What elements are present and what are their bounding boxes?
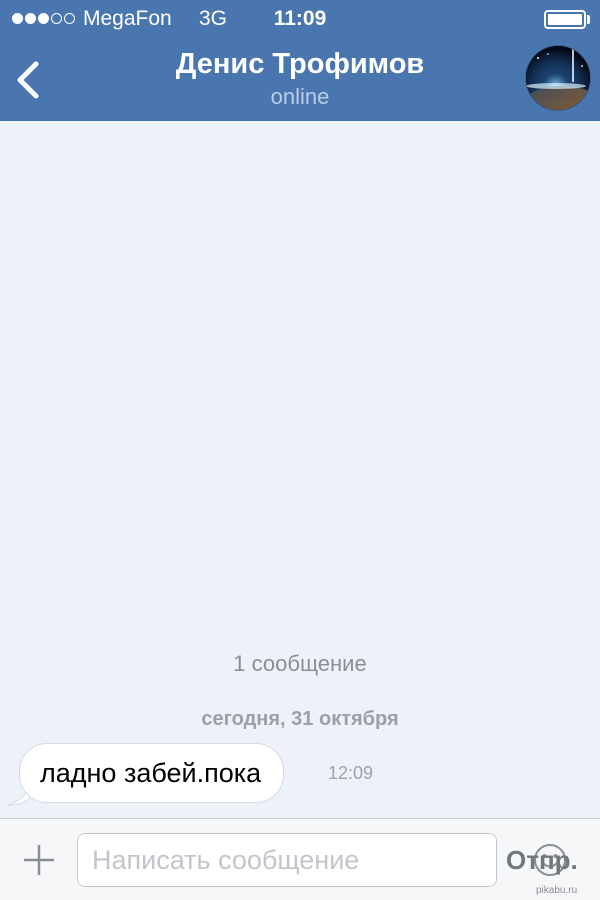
- watermark: pikabu.ru: [536, 885, 578, 896]
- message-input-placeholder: Написать сообщение: [92, 845, 360, 875]
- date-separator: сегодня, 31 октября: [201, 708, 399, 730]
- message-count: 1 сообщение: [233, 651, 367, 676]
- contact-name[interactable]: Денис Трофимов: [0, 48, 600, 81]
- attach-button[interactable]: [22, 843, 56, 877]
- space-planet-avatar-image: [526, 46, 590, 110]
- plus-icon: [24, 845, 54, 875]
- status-time: 11:09: [273, 7, 327, 30]
- contact-avatar[interactable]: [525, 45, 591, 111]
- send-button[interactable]: Отпр.: [506, 845, 578, 876]
- message-bubble[interactable]: ладно забей.пока: [19, 743, 285, 803]
- message-feed[interactable]: 1 сообщение сегодня, 31 октября ладно за…: [0, 121, 600, 818]
- message-row: ладно забей.пока 12:09: [0, 743, 600, 806]
- message-input[interactable]: Написать сообщение: [77, 833, 566, 887]
- message-composer: Написать сообщение Отпр.: [0, 818, 600, 900]
- message-time: 12:09: [328, 763, 374, 783]
- status-bar: MegaFon 3G 11:09: [0, 0, 600, 38]
- battery-tip: [587, 15, 590, 24]
- chat-header: MegaFon 3G 11:09 Денис Трофимов online: [0, 0, 600, 121]
- presence-status: online: [270, 84, 330, 109]
- battery-icon: [544, 10, 586, 29]
